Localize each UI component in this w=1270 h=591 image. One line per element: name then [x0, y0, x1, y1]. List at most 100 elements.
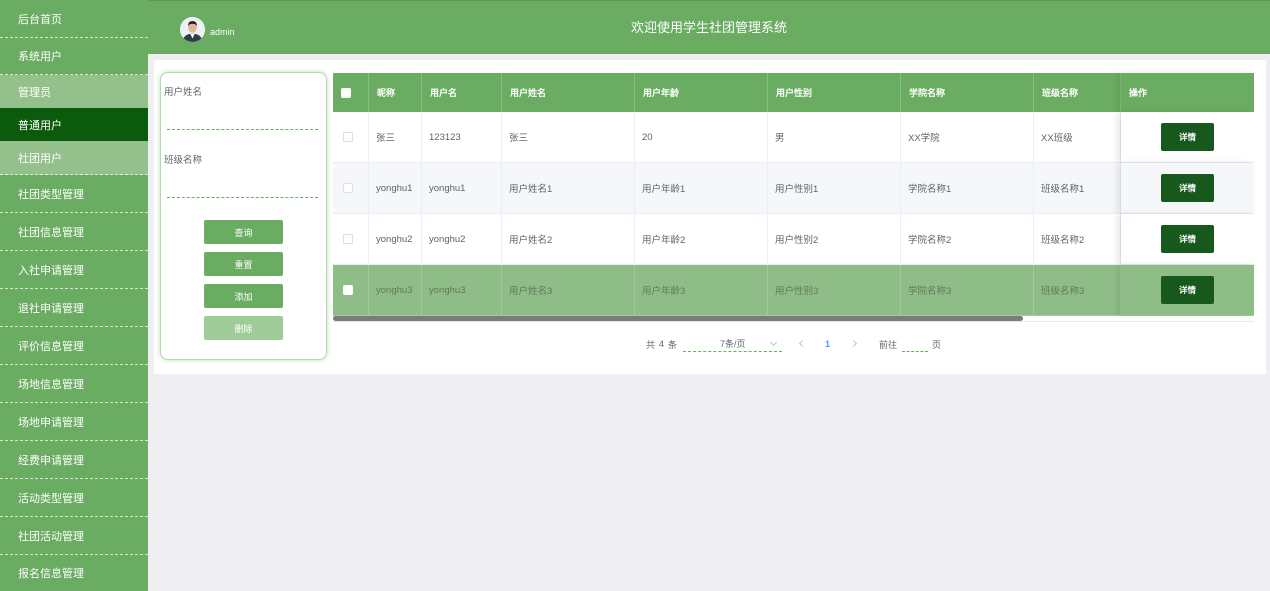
top-header: 欢迎使用学生社团管理系统 admin [148, 0, 1270, 54]
cell-user-age: 用户年龄3 [635, 265, 768, 315]
cell-username: yonghu1 [422, 163, 502, 213]
sidebar-item-activity-types[interactable]: 活动类型管理 [0, 479, 148, 517]
page-size-value: 7条/页 [720, 339, 746, 349]
sidebar-item-label: 入社申请管理 [18, 264, 84, 277]
sidebar-item-join-requests[interactable]: 入社申请管理 [0, 251, 148, 289]
cell-username: yonghu3 [422, 265, 502, 315]
horizontal-scrollbar[interactable] [333, 316, 1254, 322]
sidebar-item-label: 场地信息管理 [18, 378, 84, 391]
cell-username: yonghu2 [422, 214, 502, 264]
cell-nickname: yonghu1 [369, 163, 422, 213]
detail-button[interactable]: 详情 [1161, 174, 1214, 202]
sidebar-item-label: 退社申请管理 [18, 302, 84, 315]
column-header-username: 用户名 [422, 73, 502, 112]
table-row: 张三 123123 张三 20 男 XX学院 XX班级 详情 [333, 112, 1254, 163]
sidebar-item-label: 活动类型管理 [18, 492, 84, 505]
chevron-left-icon [798, 339, 807, 348]
sidebar-item-label: 报名信息管理 [18, 568, 84, 580]
reset-button[interactable]: 重置 [204, 252, 283, 276]
column-header-actions: 操作 [1121, 73, 1254, 112]
cell-college: 学院名称2 [901, 214, 1034, 264]
cell-actions: 详情 [1121, 214, 1254, 264]
chevron-right-icon [849, 339, 858, 348]
prev-page-button[interactable] [798, 339, 808, 349]
cell-class: 班级名称3 [1034, 265, 1121, 315]
cell-college: 学院名称3 [901, 265, 1034, 315]
sidebar-item-label: 系统用户 [18, 51, 62, 63]
sidebar-item-registrations[interactable]: 报名信息管理 [0, 555, 148, 591]
username-label[interactable]: admin [210, 27, 235, 37]
row-checkbox[interactable] [343, 234, 353, 244]
avatar-icon [180, 17, 205, 42]
cell-user-gender: 用户性别1 [768, 163, 901, 213]
table-row: yonghu2 yonghu2 用户姓名2 用户年龄2 用户性别2 学院名称2 … [333, 214, 1254, 265]
field-label-class-name: 班级名称 [164, 155, 203, 166]
add-button[interactable]: 添加 [204, 284, 283, 308]
table-row: yonghu3 yonghu3 用户姓名3 用户年龄3 用户性别3 学院名称3 … [333, 265, 1254, 316]
scrollbar-thumb[interactable] [333, 316, 1023, 321]
cell-user-age: 用户年龄2 [635, 214, 768, 264]
cell-nickname: yonghu3 [369, 265, 422, 315]
pagination-total-suffix: 条 [668, 339, 678, 350]
pagination-total: 共 4 条 [646, 336, 677, 352]
row-checkbox[interactable] [343, 132, 353, 142]
sidebar-item-quit-requests[interactable]: 退社申请管理 [0, 289, 148, 327]
cell-user-gender: 男 [768, 112, 901, 162]
query-button[interactable]: 查询 [204, 220, 283, 244]
cell-nickname: yonghu2 [369, 214, 422, 264]
detail-button[interactable]: 详情 [1161, 225, 1214, 253]
select-all-checkbox[interactable] [341, 87, 351, 98]
row-checkbox-cell [333, 163, 369, 213]
sidebar: 后台首页 系统用户 管理员 普通用户 社团用户 社团类型管理 社团信息管理 入社… [0, 0, 148, 591]
pagination-total-prefix: 共 [646, 339, 656, 350]
sidebar-item-venues[interactable]: 场地信息管理 [0, 365, 148, 403]
sidebar-item-funding-requests[interactable]: 经费申请管理 [0, 441, 148, 479]
sidebar-item-reviews[interactable]: 评价信息管理 [0, 327, 148, 365]
sidebar-item-label: 场地申请管理 [18, 416, 84, 429]
sidebar-item-label: 经费申请管理 [18, 454, 84, 467]
sidebar-item-label: 评价信息管理 [18, 340, 84, 353]
cell-class: 班级名称2 [1034, 214, 1121, 264]
sidebar-item-home[interactable]: 后台首页 [0, 0, 148, 38]
class-name-input[interactable] [167, 176, 318, 198]
page-number-current[interactable]: 1 [825, 336, 830, 352]
sidebar-item-label: 社团类型管理 [18, 188, 84, 201]
sidebar-item-label: 普通用户 [18, 119, 62, 132]
delete-button[interactable]: 删除 [204, 316, 283, 340]
row-checkbox-cell [333, 112, 369, 162]
chevron-down-icon [769, 338, 778, 347]
sidebar-item-venue-requests[interactable]: 场地申请管理 [0, 403, 148, 441]
column-header-user-gender: 用户性别 [768, 73, 901, 112]
sidebar-item-club-info[interactable]: 社团信息管理 [0, 213, 148, 251]
detail-button[interactable]: 详情 [1161, 123, 1214, 151]
row-checkbox-cell [333, 214, 369, 264]
row-checkbox[interactable] [343, 285, 353, 295]
cell-actions: 详情 [1121, 163, 1254, 213]
sidebar-item-label: 管理员 [18, 86, 51, 99]
goto-page-unit: 页 [932, 339, 942, 350]
column-header-nickname: 昵称 [369, 73, 422, 112]
goto-page-input[interactable] [902, 336, 928, 352]
detail-button[interactable]: 详情 [1161, 276, 1214, 304]
cell-college: XX学院 [901, 112, 1034, 162]
pagination-total-count: 4 [659, 339, 665, 349]
sidebar-subitem-normal-users[interactable]: 普通用户 [0, 108, 148, 141]
next-page-button[interactable] [849, 339, 859, 349]
avatar[interactable] [180, 17, 205, 42]
sidebar-item-club-activities[interactable]: 社团活动管理 [0, 517, 148, 555]
column-header-user-age: 用户年龄 [635, 73, 768, 112]
user-name-input[interactable] [167, 108, 318, 130]
cell-user-name: 用户姓名3 [502, 265, 635, 315]
goto-label: 前往 [879, 339, 898, 350]
table-row: yonghu1 yonghu1 用户姓名1 用户年龄1 用户性别1 学院名称1 … [333, 163, 1254, 214]
sidebar-subitem-admins[interactable]: 管理员 [0, 75, 148, 108]
sidebar-item-label: 后台首页 [18, 13, 62, 26]
search-panel: 用户姓名 班级名称 查询 重置 添加 删除 [160, 72, 327, 360]
row-checkbox[interactable] [343, 183, 353, 193]
users-table: 昵称 用户名 用户姓名 用户年龄 用户性别 学院名称 班级名称 操作 张三 12… [333, 73, 1254, 322]
page-size-select[interactable]: 7条/页 [683, 336, 782, 352]
sidebar-item-club-types[interactable]: 社团类型管理 [0, 175, 148, 213]
sidebar-subitem-club-users[interactable]: 社团用户 [0, 141, 148, 175]
sidebar-item-system-users[interactable]: 系统用户 [0, 38, 148, 75]
cell-college: 学院名称1 [901, 163, 1034, 213]
